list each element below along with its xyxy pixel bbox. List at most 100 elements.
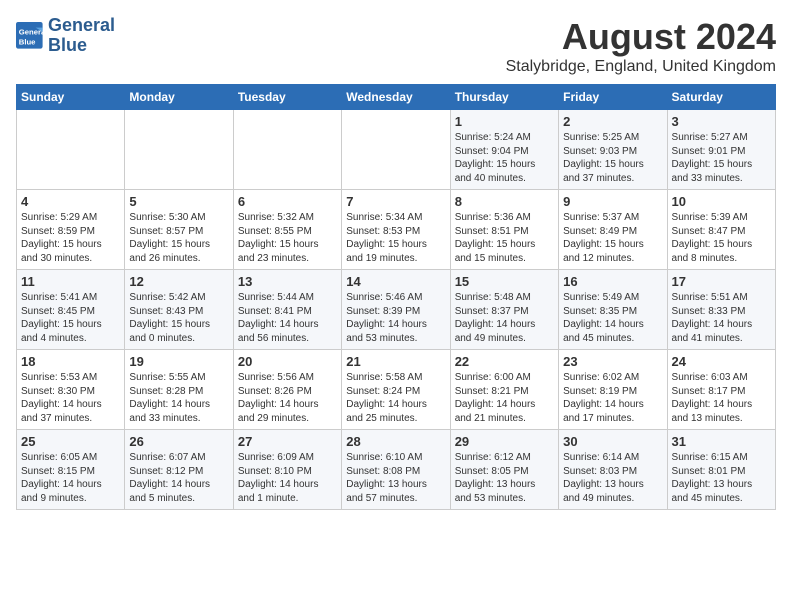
day-info: Sunrise: 6:15 AM Sunset: 8:01 PM Dayligh… bbox=[672, 451, 771, 505]
day-number: 19 bbox=[129, 354, 228, 369]
calendar-cell: 18Sunrise: 5:53 AM Sunset: 8:30 PM Dayli… bbox=[17, 350, 125, 430]
day-info: Sunrise: 5:41 AM Sunset: 8:45 PM Dayligh… bbox=[21, 291, 120, 345]
day-number: 21 bbox=[346, 354, 445, 369]
logo-icon: General Blue bbox=[16, 22, 44, 50]
header: General Blue General Blue August 2024 St… bbox=[16, 16, 776, 76]
day-number: 28 bbox=[346, 434, 445, 449]
day-number: 24 bbox=[672, 354, 771, 369]
day-info: Sunrise: 6:02 AM Sunset: 8:19 PM Dayligh… bbox=[563, 371, 662, 425]
day-info: Sunrise: 5:37 AM Sunset: 8:49 PM Dayligh… bbox=[563, 211, 662, 265]
day-info: Sunrise: 5:48 AM Sunset: 8:37 PM Dayligh… bbox=[455, 291, 554, 345]
day-number: 11 bbox=[21, 274, 120, 289]
day-info: Sunrise: 6:14 AM Sunset: 8:03 PM Dayligh… bbox=[563, 451, 662, 505]
day-info: Sunrise: 5:58 AM Sunset: 8:24 PM Dayligh… bbox=[346, 371, 445, 425]
day-info: Sunrise: 5:29 AM Sunset: 8:59 PM Dayligh… bbox=[21, 211, 120, 265]
main-title: August 2024 bbox=[506, 16, 776, 58]
calendar-cell: 28 Sunrise: 6:10 AM Sunset: 8:08 PM Dayli… bbox=[342, 430, 450, 510]
calendar-body: 1 Sunrise: 5:24 AM Sunset: 9:04 PM Daylig… bbox=[17, 110, 776, 510]
day-number: 14 bbox=[346, 274, 445, 289]
day-number: 29 bbox=[455, 434, 554, 449]
day-number: 15 bbox=[455, 274, 554, 289]
calendar-cell: 16 Sunrise: 5:49 AM Sunset: 8:35 PM Dayli… bbox=[559, 270, 667, 350]
day-number: 17 bbox=[672, 274, 771, 289]
calendar-cell: 1 Sunrise: 5:24 AM Sunset: 9:04 PM Daylig… bbox=[450, 110, 558, 190]
day-number: 10 bbox=[672, 194, 771, 209]
day-number: 23 bbox=[563, 354, 662, 369]
day-number: 31 bbox=[672, 434, 771, 449]
day-number: 6 bbox=[238, 194, 337, 209]
calendar-cell: 25Sunrise: 6:05 AM Sunset: 8:15 PM Dayli… bbox=[17, 430, 125, 510]
day-number: 30 bbox=[563, 434, 662, 449]
day-info: Sunrise: 5:30 AM Sunset: 8:57 PM Dayligh… bbox=[129, 211, 228, 265]
day-info: Sunrise: 5:24 AM Sunset: 9:04 PM Dayligh… bbox=[455, 131, 554, 185]
calendar-cell: 5 Sunrise: 5:30 AM Sunset: 8:57 PM Daylig… bbox=[125, 190, 233, 270]
calendar-cell: 6 Sunrise: 5:32 AM Sunset: 8:55 PM Daylig… bbox=[233, 190, 341, 270]
day-number: 8 bbox=[455, 194, 554, 209]
calendar-cell bbox=[17, 110, 125, 190]
day-info: Sunrise: 5:46 AM Sunset: 8:39 PM Dayligh… bbox=[346, 291, 445, 345]
week-row-3: 11 Sunrise: 5:41 AM Sunset: 8:45 PM Dayli… bbox=[17, 270, 776, 350]
calendar-cell: 24 Sunrise: 6:03 AM Sunset: 8:17 PM Dayli… bbox=[667, 350, 775, 430]
calendar-cell bbox=[233, 110, 341, 190]
calendar-cell: 15 Sunrise: 5:48 AM Sunset: 8:37 PM Dayli… bbox=[450, 270, 558, 350]
day-number: 2 bbox=[563, 114, 662, 129]
day-info: Sunrise: 5:53 AM Sunset: 8:30 PM Dayligh… bbox=[21, 371, 120, 425]
logo-text-line2: Blue bbox=[48, 36, 115, 56]
calendar-cell: 14 Sunrise: 5:46 AM Sunset: 8:39 PM Dayli… bbox=[342, 270, 450, 350]
calendar-cell: 17 Sunrise: 5:51 AM Sunset: 8:33 PM Dayli… bbox=[667, 270, 775, 350]
day-number: 16 bbox=[563, 274, 662, 289]
day-number: 27 bbox=[238, 434, 337, 449]
header-cell-saturday: Saturday bbox=[667, 85, 775, 110]
day-info: Sunrise: 5:51 AM Sunset: 8:33 PM Dayligh… bbox=[672, 291, 771, 345]
day-info: Sunrise: 5:56 AM Sunset: 8:26 PM Dayligh… bbox=[238, 371, 337, 425]
day-number: 7 bbox=[346, 194, 445, 209]
day-info: Sunrise: 5:49 AM Sunset: 8:35 PM Dayligh… bbox=[563, 291, 662, 345]
calendar-cell: 12Sunrise: 5:42 AM Sunset: 8:43 PM Dayli… bbox=[125, 270, 233, 350]
calendar-cell: 7 Sunrise: 5:34 AM Sunset: 8:53 PM Daylig… bbox=[342, 190, 450, 270]
calendar-cell: 3Sunrise: 5:27 AM Sunset: 9:01 PM Daylig… bbox=[667, 110, 775, 190]
logo-text-line1: General bbox=[48, 16, 115, 36]
title-area: August 2024 Stalybridge, England, United… bbox=[506, 16, 776, 76]
day-info: Sunrise: 5:32 AM Sunset: 8:55 PM Dayligh… bbox=[238, 211, 337, 265]
day-info: Sunrise: 5:55 AM Sunset: 8:28 PM Dayligh… bbox=[129, 371, 228, 425]
calendar-cell: 26Sunrise: 6:07 AM Sunset: 8:12 PM Dayli… bbox=[125, 430, 233, 510]
calendar-cell: 27 Sunrise: 6:09 AM Sunset: 8:10 PM Dayli… bbox=[233, 430, 341, 510]
day-info: Sunrise: 6:10 AM Sunset: 8:08 PM Dayligh… bbox=[346, 451, 445, 505]
header-row: SundayMondayTuesdayWednesdayThursdayFrid… bbox=[17, 85, 776, 110]
header-cell-thursday: Thursday bbox=[450, 85, 558, 110]
calendar-cell: 20Sunrise: 5:56 AM Sunset: 8:26 PM Dayli… bbox=[233, 350, 341, 430]
calendar-cell: 2 Sunrise: 5:25 AM Sunset: 9:03 PM Daylig… bbox=[559, 110, 667, 190]
calendar-table: SundayMondayTuesdayWednesdayThursdayFrid… bbox=[16, 84, 776, 510]
calendar-cell bbox=[125, 110, 233, 190]
day-info: Sunrise: 5:34 AM Sunset: 8:53 PM Dayligh… bbox=[346, 211, 445, 265]
day-info: Sunrise: 6:07 AM Sunset: 8:12 PM Dayligh… bbox=[129, 451, 228, 505]
day-number: 1 bbox=[455, 114, 554, 129]
day-number: 12 bbox=[129, 274, 228, 289]
calendar-cell bbox=[342, 110, 450, 190]
day-info: Sunrise: 6:09 AM Sunset: 8:10 PM Dayligh… bbox=[238, 451, 337, 505]
day-info: Sunrise: 5:39 AM Sunset: 8:47 PM Dayligh… bbox=[672, 211, 771, 265]
day-info: Sunrise: 6:12 AM Sunset: 8:05 PM Dayligh… bbox=[455, 451, 554, 505]
week-row-2: 4Sunrise: 5:29 AM Sunset: 8:59 PM Daylig… bbox=[17, 190, 776, 270]
calendar-cell: 21 Sunrise: 5:58 AM Sunset: 8:24 PM Dayli… bbox=[342, 350, 450, 430]
day-number: 9 bbox=[563, 194, 662, 209]
calendar-cell: 8 Sunrise: 5:36 AM Sunset: 8:51 PM Daylig… bbox=[450, 190, 558, 270]
day-number: 5 bbox=[129, 194, 228, 209]
calendar-cell: 13 Sunrise: 5:44 AM Sunset: 8:41 PM Dayli… bbox=[233, 270, 341, 350]
calendar-cell: 11 Sunrise: 5:41 AM Sunset: 8:45 PM Dayli… bbox=[17, 270, 125, 350]
calendar-cell: 10 Sunrise: 5:39 AM Sunset: 8:47 PM Dayli… bbox=[667, 190, 775, 270]
day-info: Sunrise: 5:44 AM Sunset: 8:41 PM Dayligh… bbox=[238, 291, 337, 345]
calendar-cell: 22Sunrise: 6:00 AM Sunset: 8:21 PM Dayli… bbox=[450, 350, 558, 430]
header-cell-tuesday: Tuesday bbox=[233, 85, 341, 110]
calendar-cell: 29 Sunrise: 6:12 AM Sunset: 8:05 PM Dayli… bbox=[450, 430, 558, 510]
logo: General Blue General Blue bbox=[16, 16, 115, 56]
week-row-1: 1 Sunrise: 5:24 AM Sunset: 9:04 PM Daylig… bbox=[17, 110, 776, 190]
day-info: Sunrise: 5:36 AM Sunset: 8:51 PM Dayligh… bbox=[455, 211, 554, 265]
day-info: Sunrise: 5:25 AM Sunset: 9:03 PM Dayligh… bbox=[563, 131, 662, 185]
day-number: 13 bbox=[238, 274, 337, 289]
day-info: Sunrise: 6:05 AM Sunset: 8:15 PM Dayligh… bbox=[21, 451, 120, 505]
day-info: Sunrise: 6:03 AM Sunset: 8:17 PM Dayligh… bbox=[672, 371, 771, 425]
calendar-cell: 19 Sunrise: 5:55 AM Sunset: 8:28 PM Dayli… bbox=[125, 350, 233, 430]
day-info: Sunrise: 5:27 AM Sunset: 9:01 PM Dayligh… bbox=[672, 131, 771, 185]
calendar-header: SundayMondayTuesdayWednesdayThursdayFrid… bbox=[17, 85, 776, 110]
